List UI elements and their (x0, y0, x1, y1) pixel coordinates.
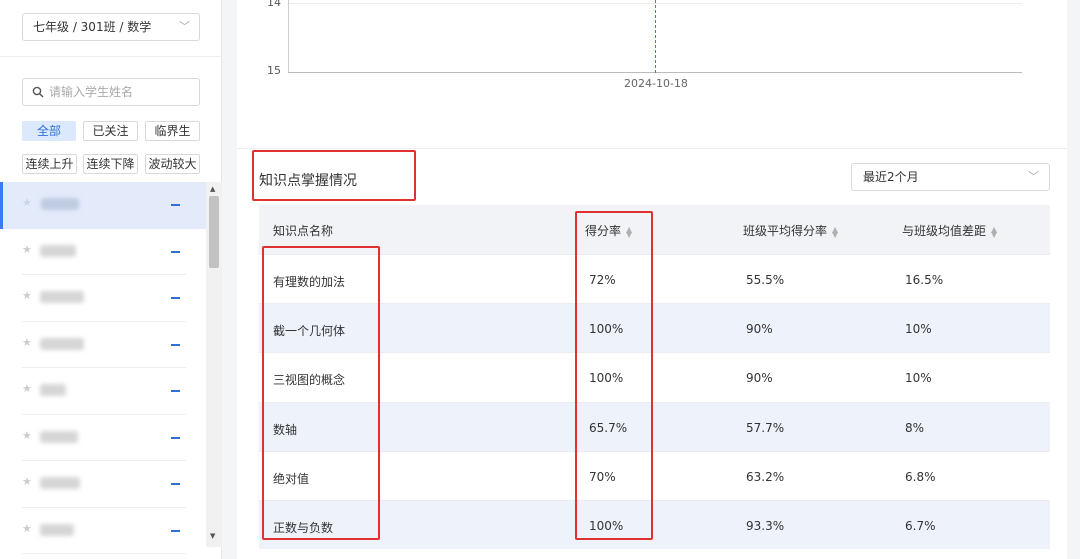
gap-to-avg: 6.7% (905, 518, 936, 533)
student-score-dash (171, 436, 180, 439)
column-header-label: 与班级均值差距 (902, 224, 987, 238)
student-row[interactable]: ★ (22, 461, 186, 508)
gap-to-avg: 10% (905, 322, 932, 337)
student-score-dash (171, 297, 180, 299)
column-header-sortable[interactable]: 与班级均值差距 ▲ ▼ (902, 222, 997, 239)
filter-fluctuating[interactable]: 波动较大 (145, 154, 200, 174)
annotation-box-topic-column (262, 246, 380, 540)
gap-to-avg: 16.5% (905, 273, 944, 287)
student-name-blurred (41, 198, 79, 210)
star-icon[interactable]: ★ (22, 475, 32, 488)
student-score-dash (171, 250, 180, 253)
star-icon[interactable]: ★ (22, 382, 32, 395)
sort-icon[interactable]: ▲ ▼ (832, 225, 838, 238)
class-avg-rate: 57.7% (746, 420, 785, 435)
scroll-down-arrow-icon[interactable]: ▼ (210, 532, 215, 540)
star-icon[interactable]: ★ (22, 196, 32, 209)
student-name-blurred (40, 337, 84, 350)
score-trend-chart: 14 15 2024-10-18 (237, 0, 1067, 110)
class-select-value: 七年级 / 301班 / 数学 (33, 20, 152, 34)
student-row[interactable]: ★ (22, 368, 186, 415)
filter-borderline[interactable]: 临界生 (145, 121, 200, 141)
scroll-up-arrow-icon[interactable]: ▲ (210, 185, 215, 193)
scrollbar-thumb[interactable] (209, 196, 219, 268)
class-avg-rate: 93.3% (746, 518, 785, 533)
sort-icon[interactable]: ▲ ▼ (991, 225, 997, 238)
student-name-blurred (40, 291, 84, 303)
column-header-label: 班级平均得分率 (743, 224, 828, 238)
student-row[interactable]: ★ (0, 182, 206, 229)
student-score-dash (171, 483, 180, 485)
column-header: 知识点名称 (273, 224, 334, 238)
star-icon[interactable]: ★ (22, 243, 32, 256)
date-range-select[interactable]: 最近2个月 ﹀ (851, 163, 1050, 191)
main-panel: 14 15 2024-10-18 知识点掌握情况 最近2个月 ﹀ 知识点名称 得… (237, 0, 1067, 559)
star-icon[interactable]: ★ (22, 289, 32, 302)
class-avg-rate: 90% (746, 371, 773, 386)
student-list-scrollbar[interactable]: ▲ ▼ (206, 182, 222, 547)
filter-falling[interactable]: 连续下降 (83, 154, 138, 174)
class-avg-rate: 63.2% (746, 469, 785, 484)
student-row[interactable]: ★ (22, 508, 186, 554)
star-icon[interactable]: ★ (22, 429, 32, 442)
star-icon[interactable]: ★ (22, 336, 32, 349)
page: 七年级 / 301班 / 数学 ﹀ 全部 已关注 临界生 连续上升 连续下降 波… (0, 0, 1080, 559)
search-input[interactable] (49, 85, 189, 99)
class-select[interactable]: 七年级 / 301班 / 数学 ﹀ (22, 13, 200, 41)
student-name-blurred (40, 523, 74, 536)
column-header-sortable[interactable]: 班级平均得分率 ▲ ▼ (743, 222, 838, 239)
student-row[interactable]: ★ (22, 229, 186, 275)
divider (0, 56, 222, 57)
hover-crosshair (655, 0, 656, 73)
student-row[interactable]: ★ (22, 415, 186, 461)
student-score-dash (171, 343, 180, 346)
student-name-blurred (40, 430, 78, 443)
gap-to-avg: 6.8% (905, 469, 936, 484)
student-row[interactable]: ★ (22, 275, 186, 322)
student-list: ★ ★ ★ ★ ★ ★ ★ ★ (0, 182, 206, 559)
y-tick-label: 14 (267, 0, 281, 9)
student-score-dash (171, 390, 180, 392)
annotation-box-score-column (575, 211, 653, 540)
student-score-dash (171, 204, 180, 206)
y-axis (288, 0, 289, 73)
student-row[interactable]: ★ (22, 322, 186, 368)
student-name-blurred (40, 244, 76, 257)
filter-followed[interactable]: 已关注 (83, 121, 138, 141)
filter-rising[interactable]: 连续上升 (22, 154, 77, 174)
class-avg-rate: 55.5% (746, 273, 785, 287)
x-tick-label: 2024-10-18 (624, 77, 688, 90)
student-name-blurred (40, 477, 80, 489)
search-icon (32, 86, 44, 98)
class-avg-rate: 90% (746, 322, 773, 337)
student-score-dash (171, 529, 180, 532)
student-search[interactable] (22, 78, 200, 106)
star-icon[interactable]: ★ (22, 522, 32, 535)
section-divider (237, 148, 1067, 149)
chevron-down-icon: ﹀ (179, 20, 190, 33)
gap-to-avg: 10% (905, 371, 932, 386)
student-name-blurred (40, 384, 66, 396)
chevron-down-icon: ﹀ (1028, 170, 1039, 183)
gap-to-avg: 8% (905, 420, 925, 435)
date-range-value: 最近2个月 (863, 170, 919, 184)
annotation-box-title (252, 150, 416, 201)
y-tick-label: 15 (267, 64, 281, 77)
student-sidebar: 七年级 / 301班 / 数学 ﹀ 全部 已关注 临界生 连续上升 连续下降 波… (0, 0, 222, 559)
filter-all[interactable]: 全部 (22, 121, 76, 141)
